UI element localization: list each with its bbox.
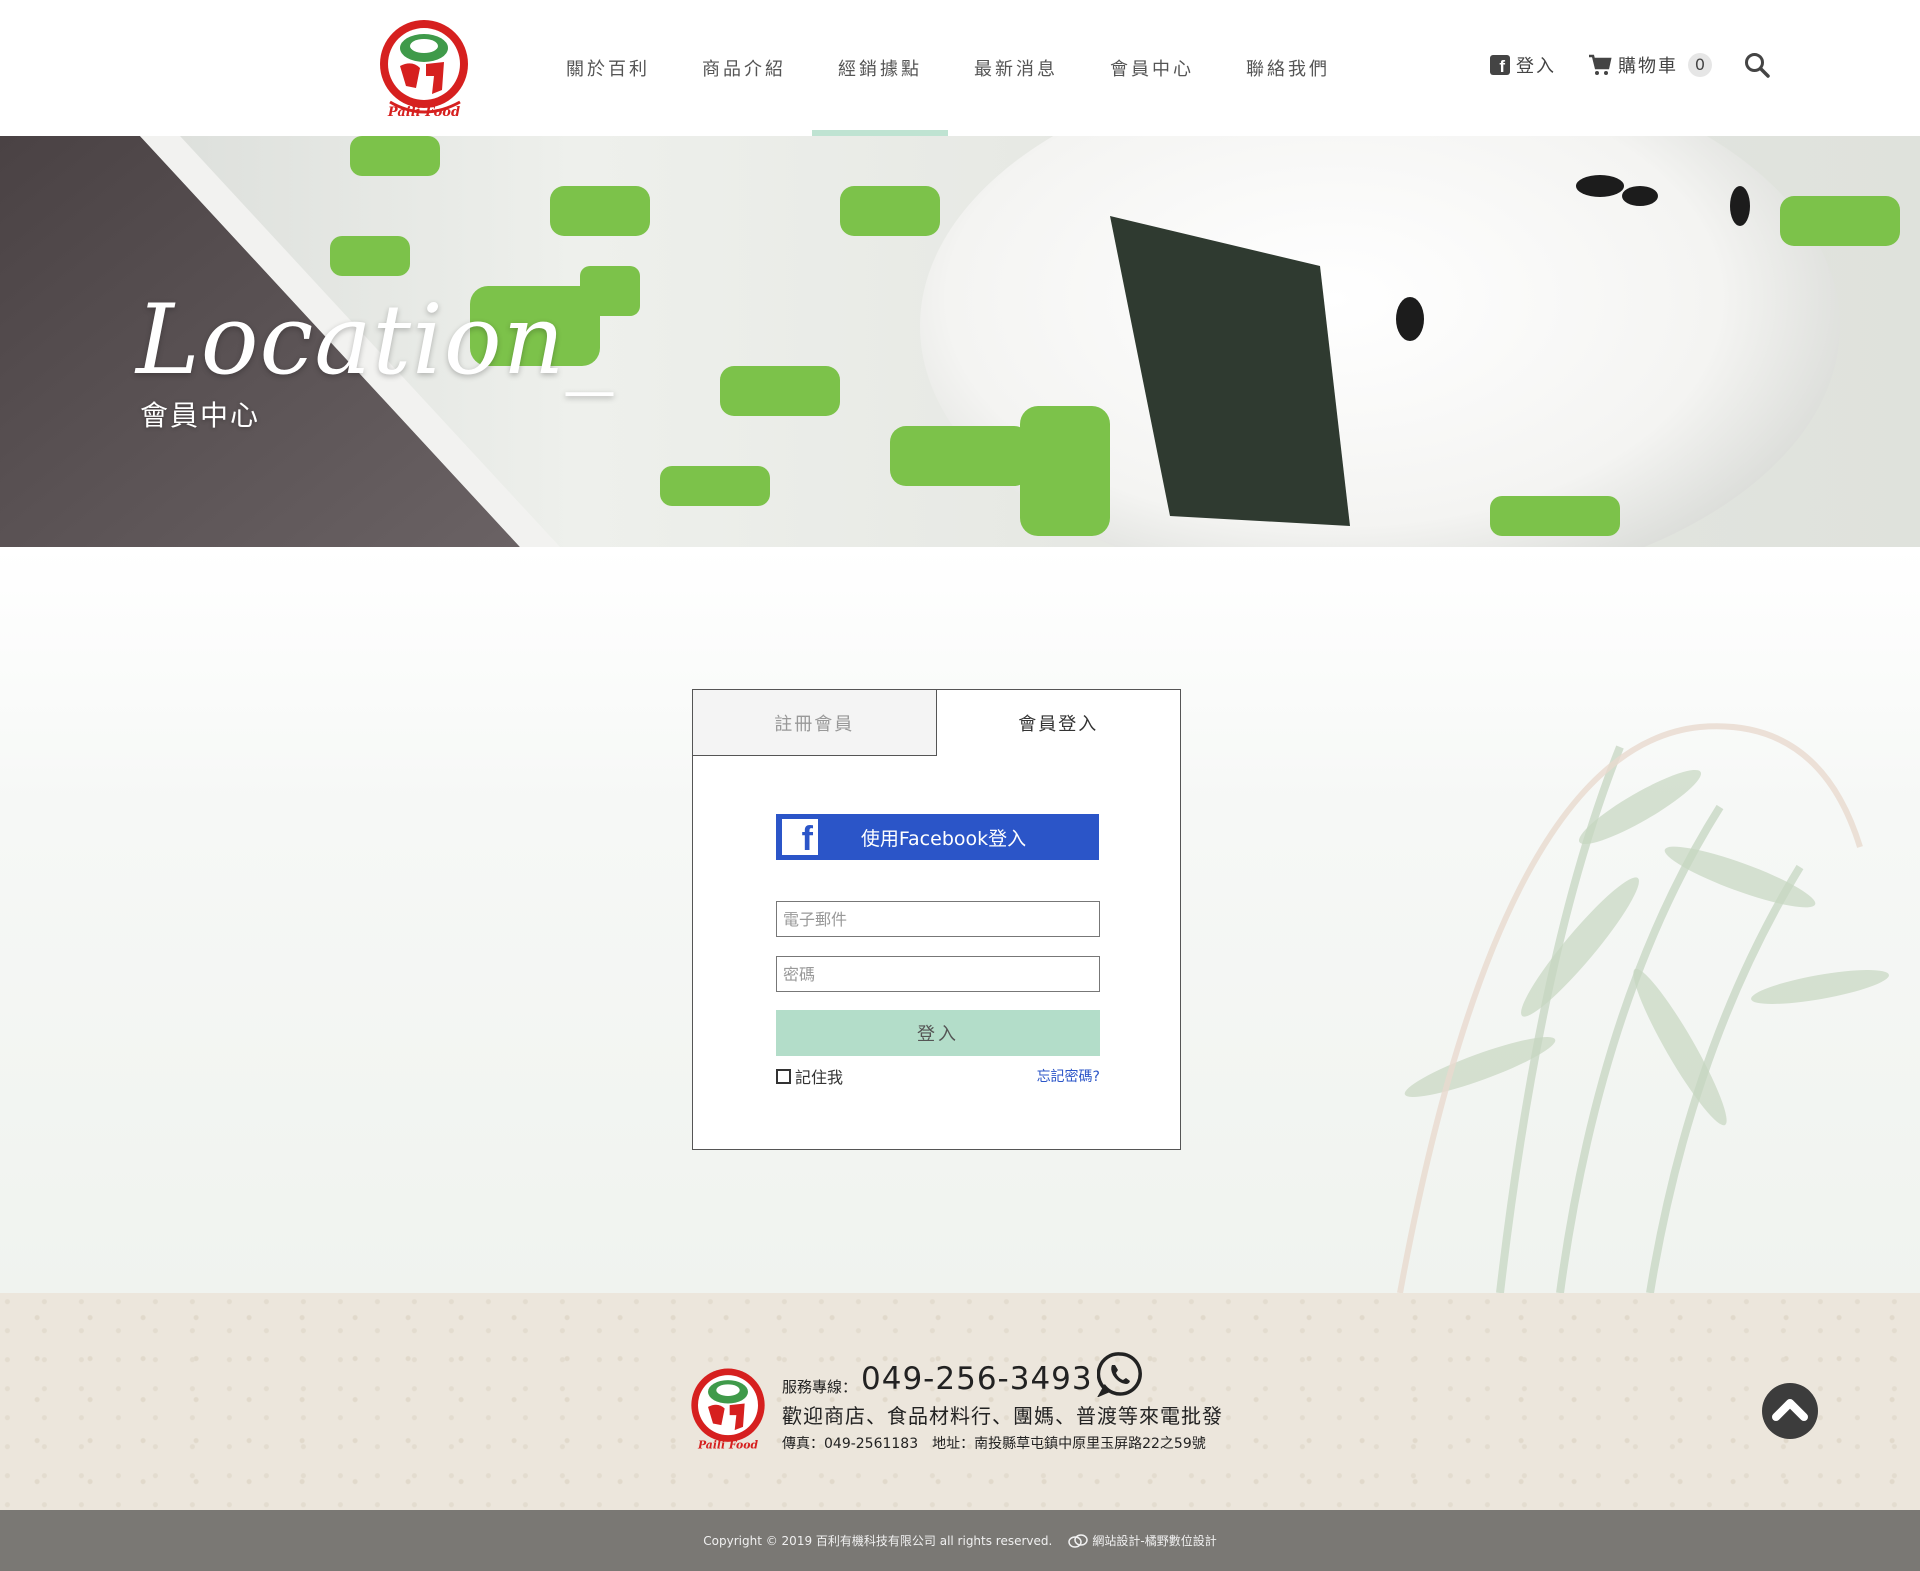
hotline-number[interactable]: 049-256-3493 (861, 1361, 1093, 1397)
hotline-label: 服務專線： (782, 1378, 858, 1396)
main-nav: 關於百利 商品介紹 經銷據點 最新消息 會員中心 聯絡我們 (540, 0, 1356, 136)
banner-subtitle: 會員中心 (140, 399, 261, 432)
tab-login[interactable]: 會員登入 (936, 690, 1180, 756)
member-section: 註冊會員 會員登入 使用Facebook登入 登入 記住我 忘記密碼? (0, 547, 1920, 1293)
utility-nav: 登入 購物車 0 (1490, 52, 1770, 78)
copyright-text: Copyright © 2019 百利有機科技有限公司 all rights r… (703, 1534, 1053, 1548)
footer-logo: Paili Food (691, 1368, 765, 1452)
paili-food-logo[interactable]: Paili Food (376, 16, 472, 126)
facebook-login-label: 使用Facebook登入 (860, 827, 1027, 850)
login-link-label: 登入 (1516, 56, 1556, 77)
nav-item-products[interactable]: 商品介紹 (676, 0, 812, 136)
cart-link[interactable]: 購物車 0 (1588, 52, 1712, 78)
logo-text: Paili Food (387, 105, 460, 120)
password-field[interactable] (776, 956, 1100, 992)
nav-item-about[interactable]: 關於百利 (540, 0, 676, 136)
forgot-password-link[interactable]: 忘記密碼? (1037, 1066, 1100, 1086)
email-field[interactable] (776, 901, 1100, 937)
banner-title: Location_ (136, 284, 615, 396)
cart-label: 購物車 (1618, 56, 1678, 77)
remember-me-label: 記住我 (795, 1068, 844, 1087)
nav-item-news[interactable]: 最新消息 (948, 0, 1084, 136)
remember-me-checkbox[interactable]: 記住我 (776, 1064, 843, 1088)
cart-icon (1589, 54, 1612, 75)
facebook-login-button[interactable]: 使用Facebook登入 (776, 814, 1099, 860)
cart-count-badge: 0 (1688, 53, 1712, 77)
search-icon[interactable] (1744, 52, 1770, 78)
checkbox-box[interactable] (776, 1068, 791, 1084)
page-banner: Location_ 會員中心 (0, 136, 1920, 547)
whatsapp-icon[interactable] (1096, 1351, 1143, 1397)
nav-item-contact[interactable]: 聯絡我們 (1220, 0, 1356, 136)
member-login-panel: 註冊會員 會員登入 使用Facebook登入 登入 記住我 忘記密碼? (692, 689, 1181, 1150)
footer-logo-text: Paili Food (697, 1439, 759, 1452)
facebook-login-link[interactable]: 登入 (1490, 52, 1556, 78)
login-tabs: 註冊會員 會員登入 (693, 690, 1180, 756)
nav-item-locations[interactable]: 經銷據點 (812, 0, 948, 136)
facebook-icon (782, 819, 818, 859)
facebook-icon (1490, 55, 1510, 77)
tab-register[interactable]: 註冊會員 (693, 690, 937, 756)
designer-logo-icon (1068, 1533, 1089, 1548)
contact-info: 傳真：049-2561183 地址：南投縣草屯鎮中原里玉屏路22之59號 (782, 1436, 1206, 1452)
back-to-top-button[interactable] (1762, 1383, 1818, 1439)
login-submit-button[interactable]: 登入 (776, 1010, 1100, 1056)
site-header: Paili Food 關於百利 商品介紹 經銷據點 最新消息 會員中心 聯絡我們… (0, 0, 1920, 136)
site-footer: Paili Food 服務專線： 049-256-3493 歡迎商店、食品材料行… (0, 1293, 1920, 1510)
designer-credit-label: 網站設計-橘野數位設計 (1092, 1534, 1217, 1548)
chevron-up-icon (1772, 1399, 1808, 1421)
wholesale-notice: 歡迎商店、食品材料行、團媽、普渡等來電批發 (782, 1404, 1223, 1428)
designer-credit[interactable]: 網站設計-橘野數位設計 (1068, 1532, 1217, 1549)
copyright-bar: Copyright © 2019 百利有機科技有限公司 all rights r… (0, 1510, 1920, 1571)
hotline: 服務專線： 049-256-3493 (782, 1351, 1143, 1397)
nav-item-member[interactable]: 會員中心 (1084, 0, 1220, 136)
